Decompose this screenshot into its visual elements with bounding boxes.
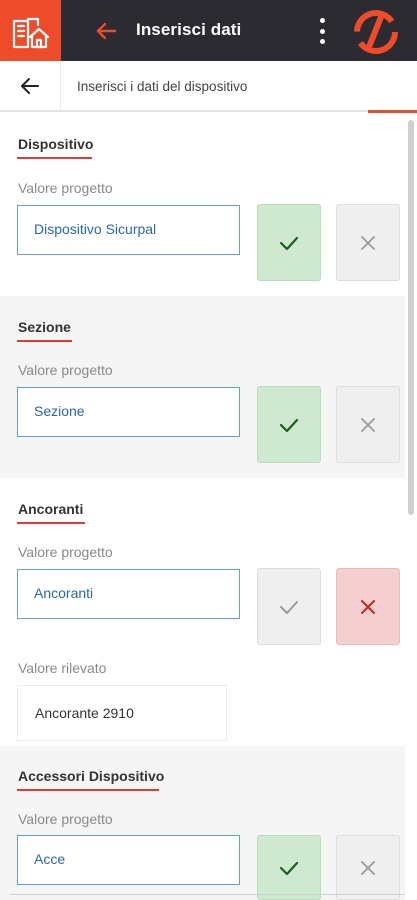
project-value-label: Valore progetto xyxy=(18,811,113,827)
reject-button[interactable] xyxy=(336,835,400,900)
arrow-left-icon xyxy=(96,22,117,40)
section-title: Sezione xyxy=(18,319,71,335)
close-icon xyxy=(361,860,375,875)
app-bar: Inserisci dati xyxy=(0,0,417,61)
check-icon xyxy=(279,861,299,875)
close-icon xyxy=(361,417,375,432)
section-ancoranti: Ancoranti Valore progetto Ancoranti Valo… xyxy=(0,478,405,746)
project-value-input[interactable]: Sezione xyxy=(17,387,240,437)
scrollbar[interactable] xyxy=(408,120,414,515)
section-title: Ancoranti xyxy=(18,501,84,517)
section-title: Dispositivo xyxy=(18,136,94,152)
reject-button[interactable] xyxy=(336,386,400,463)
section-dispositivo: Dispositivo Valore progetto Dispositivo … xyxy=(0,113,405,296)
page-title: Inserisci dati xyxy=(136,20,242,39)
check-icon xyxy=(279,418,299,432)
section-underline xyxy=(17,522,85,524)
close-icon xyxy=(361,599,375,614)
home-button[interactable] xyxy=(0,0,61,61)
sub-header-title: Inserisci i dati del dispositivo xyxy=(77,79,248,94)
project-value-label: Valore progetto xyxy=(18,180,113,196)
measured-value-label: Valore rilevato xyxy=(18,660,107,676)
check-icon xyxy=(280,600,298,614)
project-value-label: Valore progetto xyxy=(18,544,113,560)
arrow-left-icon xyxy=(21,77,39,94)
section-sezione: Sezione Valore progetto Sezione xyxy=(0,296,405,478)
back-button[interactable] xyxy=(92,17,120,45)
check-icon xyxy=(279,236,299,250)
sub-back-button[interactable] xyxy=(0,61,61,110)
project-value-input[interactable]: Acce xyxy=(17,835,240,885)
reject-button[interactable] xyxy=(336,204,400,281)
section-underline xyxy=(17,340,72,342)
building-home-icon xyxy=(12,17,49,48)
confirm-button[interactable] xyxy=(257,386,321,463)
project-value-input[interactable]: Ancoranti xyxy=(17,569,240,619)
section-accessori-dispositivo: Accessori Dispositivo Valore progetto Ac… xyxy=(0,746,405,900)
section-underline xyxy=(17,789,159,791)
measured-value-field: Ancorante 2910 xyxy=(17,685,227,741)
brand-logo-icon xyxy=(354,10,398,54)
project-value-label: Valore progetto xyxy=(18,362,113,378)
confirm-button[interactable] xyxy=(257,204,321,281)
confirm-button[interactable] xyxy=(257,568,321,645)
divider xyxy=(10,894,405,895)
section-underline xyxy=(17,157,92,159)
reject-button[interactable] xyxy=(336,568,400,645)
sub-header: Inserisci i dati del dispositivo xyxy=(0,61,417,113)
close-icon xyxy=(361,235,375,250)
project-value-input[interactable]: Dispositivo Sicurpal xyxy=(17,205,240,255)
confirm-button[interactable] xyxy=(257,835,321,900)
more-vertical-icon[interactable] xyxy=(310,15,334,47)
section-title: Accessori Dispositivo xyxy=(18,768,165,784)
